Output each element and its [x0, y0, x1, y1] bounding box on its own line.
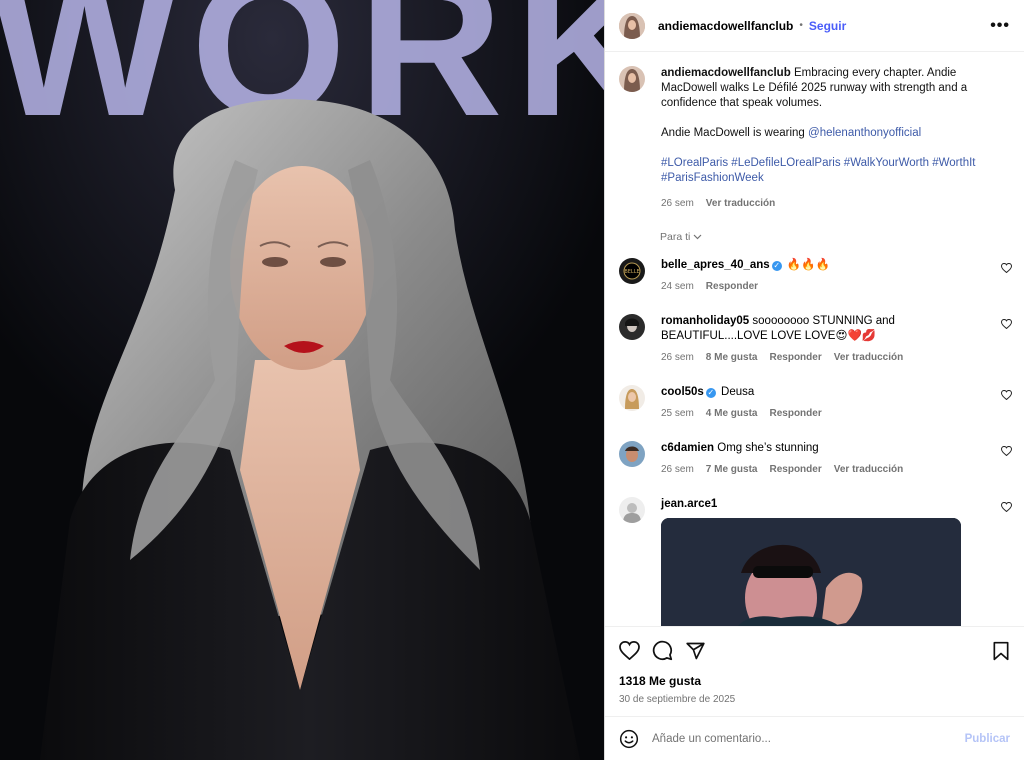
- share-paper-plane-icon[interactable]: [685, 641, 706, 661]
- comment-meta: 24 sem Responder: [661, 279, 961, 294]
- post-side-panel: andiemacdowellfanclub • Seguir ••• andie…: [604, 0, 1024, 760]
- follow-button[interactable]: Seguir: [809, 19, 846, 33]
- comment-username[interactable]: c6damien: [661, 442, 714, 454]
- comment-text: Deusa: [721, 386, 755, 398]
- comment-meta: 26 sem 7 Me gusta Responder Ver traducci…: [661, 462, 961, 477]
- translate-link[interactable]: Ver traducción: [834, 350, 903, 365]
- instagram-post-modal: WORK andiemacdowellfanclub • Seguir ••• …: [0, 0, 1024, 760]
- comment-item: c6damien Omg she’s stunning 26 sem 7 Me …: [605, 441, 1024, 477]
- reply-button[interactable]: Responder: [769, 350, 821, 365]
- post-photo[interactable]: WORK: [0, 0, 604, 760]
- emoji-icon[interactable]: [619, 729, 639, 749]
- comment-username[interactable]: cool50s: [661, 386, 704, 398]
- separator-dot: •: [799, 20, 803, 31]
- comment-username[interactable]: jean.arce1: [661, 498, 717, 510]
- comment-item: cool50s ✓ Deusa 25 sem 4 Me gusta Respond…: [605, 385, 1024, 421]
- author-username[interactable]: andiemacdowellfanclub: [658, 19, 793, 33]
- commenter-avatar[interactable]: BELLE: [619, 258, 645, 284]
- comment-meta: 26 sem 8 Me gusta Responder Ver traducci…: [661, 350, 961, 365]
- commenter-avatar[interactable]: [619, 497, 645, 523]
- comment-username[interactable]: belle_apres_40_ans: [661, 259, 770, 271]
- like-heart-icon[interactable]: [619, 641, 640, 660]
- comment-time: 26 sem: [661, 352, 694, 363]
- comment-item: BELLE belle_apres_40_ans ✓ 🔥🔥🔥 24 sem Res…: [605, 258, 1024, 294]
- chevron-down-icon: [693, 234, 702, 240]
- commenter-avatar[interactable]: [619, 314, 645, 340]
- comment-bubble-icon[interactable]: [652, 640, 673, 661]
- gif-image: [661, 518, 961, 626]
- comment-time: 26 sem: [661, 464, 694, 475]
- verified-badge-icon: ✓: [771, 261, 782, 271]
- caption: andiemacdowellfanclub Embracing every ch…: [605, 52, 1024, 211]
- comment-body: c6damien Omg she’s stunning 26 sem 7 Me …: [661, 441, 961, 477]
- para-ti-filter[interactable]: Para ti: [660, 231, 1024, 243]
- post-actions: [605, 626, 1024, 674]
- comments-scroll-area[interactable]: andiemacdowellfanclub Embracing every ch…: [605, 52, 1024, 626]
- para-ti-label: Para ti: [660, 231, 691, 243]
- caption-hashtags[interactable]: #LOrealParis #LeDefileLOrealParis #WalkY…: [661, 156, 991, 186]
- author-avatar[interactable]: [619, 12, 645, 39]
- comment-likes[interactable]: 7 Me gusta: [706, 462, 758, 477]
- comment-username[interactable]: romanholiday05: [661, 315, 749, 327]
- save-bookmark-icon[interactable]: [992, 641, 1010, 661]
- comment-text: Omg she’s stunning: [717, 442, 819, 454]
- publish-button[interactable]: Publicar: [965, 733, 1010, 745]
- comment-body: cool50s ✓ Deusa 25 sem 4 Me gusta Respond…: [661, 385, 961, 421]
- portrait-image: WORK: [0, 0, 604, 760]
- reply-button[interactable]: Responder: [706, 279, 758, 294]
- caption-body: andiemacdowellfanclub Embracing every ch…: [661, 66, 991, 211]
- like-comment-heart-icon[interactable]: [1001, 502, 1012, 512]
- comment-text: 🔥🔥🔥: [786, 259, 830, 271]
- caption-translate-link[interactable]: Ver traducción: [706, 196, 775, 211]
- comment-item: romanholiday05 soooooooo STUNNING and BE…: [605, 314, 1024, 365]
- like-comment-heart-icon[interactable]: [1001, 319, 1012, 329]
- svg-text:BELLE: BELLE: [624, 269, 639, 275]
- reply-button[interactable]: Responder: [769, 406, 821, 421]
- caption-time: 26 sem: [661, 198, 694, 209]
- comment-item: jean.arce1: [605, 497, 1024, 626]
- more-options-icon[interactable]: •••: [990, 17, 1010, 35]
- commenter-avatar[interactable]: [619, 385, 645, 411]
- commenter-avatar[interactable]: [619, 441, 645, 467]
- comment-body: romanholiday05 soooooooo STUNNING and BE…: [661, 314, 961, 365]
- reply-button[interactable]: Responder: [769, 462, 821, 477]
- add-comment-bar: Publicar: [605, 716, 1024, 760]
- comment-time: 25 sem: [661, 408, 694, 419]
- caption-username[interactable]: andiemacdowellfanclub: [661, 67, 791, 79]
- caption-meta: 26 sem Ver traducción: [661, 196, 991, 211]
- comment-body: jean.arce1: [661, 497, 961, 626]
- translate-link[interactable]: Ver traducción: [834, 462, 903, 477]
- post-header: andiemacdowellfanclub • Seguir •••: [605, 0, 1024, 52]
- add-comment-input[interactable]: [652, 732, 965, 745]
- post-date: 30 de septiembre de 2025: [619, 694, 736, 705]
- caption-wearing-text: Andie MacDowell is wearing: [661, 127, 809, 139]
- comment-gif[interactable]: [661, 518, 961, 626]
- caption-mention-link[interactable]: @helenanthonyofficial: [808, 127, 921, 139]
- caption-author-avatar[interactable]: [619, 66, 645, 92]
- like-comment-heart-icon[interactable]: [1001, 446, 1012, 456]
- comment-meta: 25 sem 4 Me gusta Responder: [661, 406, 961, 421]
- like-count[interactable]: 1318 Me gusta: [605, 674, 1024, 688]
- verified-badge-icon: ✓: [705, 388, 716, 398]
- comment-body: belle_apres_40_ans ✓ 🔥🔥🔥 24 sem Responder: [661, 258, 961, 294]
- like-comment-heart-icon[interactable]: [1001, 263, 1012, 273]
- comment-likes[interactable]: 8 Me gusta: [706, 350, 758, 365]
- like-comment-heart-icon[interactable]: [1001, 390, 1012, 400]
- comment-likes[interactable]: 4 Me gusta: [706, 406, 758, 421]
- comment-time: 24 sem: [661, 281, 694, 292]
